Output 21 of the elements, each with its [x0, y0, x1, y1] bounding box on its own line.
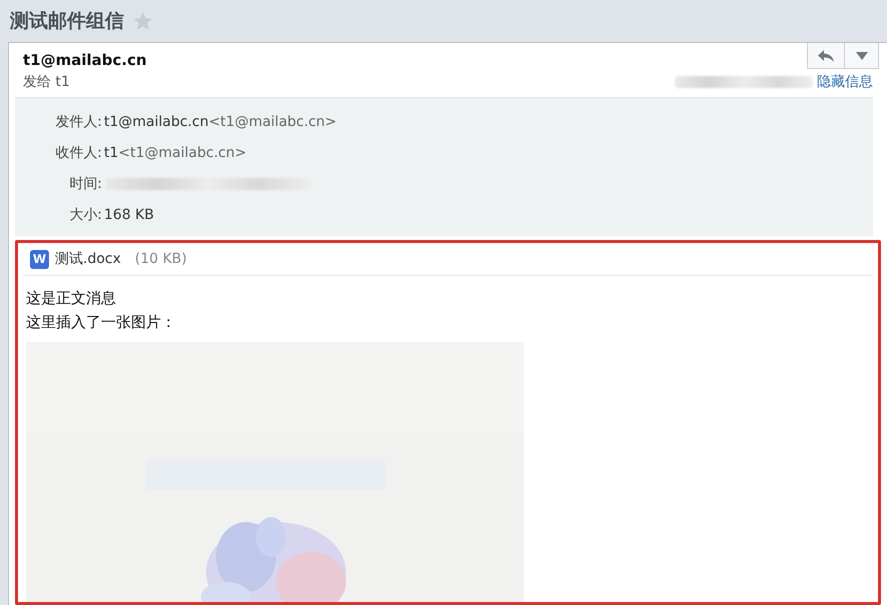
caret-icon — [856, 52, 868, 60]
mail-subject: 测试邮件组信 — [10, 9, 124, 34]
field-label: 大小: — [68, 206, 102, 224]
reply-button[interactable] — [807, 43, 845, 69]
field-value: 168 KB — [103, 206, 155, 222]
recipient-summary: 发给 t1 — [23, 73, 70, 91]
field-label: 收件人: — [54, 144, 102, 162]
word-file-icon: W — [30, 250, 49, 268]
field-value: t1<t1@mailabc.cn> — [103, 144, 248, 160]
star-icon[interactable] — [132, 10, 154, 32]
field-value: t1@mailabc.cn<t1@mailabc.cn> — [103, 114, 338, 130]
more-button[interactable] — [845, 43, 879, 69]
body-text: 这是正文消息 — [25, 288, 117, 309]
hide-info-link[interactable]: 隐藏信息 — [817, 73, 873, 91]
attachment-size: (10 KB) — [134, 251, 187, 267]
field-label: 时间: — [68, 174, 102, 192]
field-label: 发件人: — [54, 112, 102, 130]
reply-icon — [817, 48, 835, 62]
body-text: 这里插入了一张图片： — [25, 312, 177, 333]
sender-name: t1@mailabc.cn — [23, 50, 147, 69]
attachment-name[interactable]: 测试.docx — [55, 250, 121, 268]
